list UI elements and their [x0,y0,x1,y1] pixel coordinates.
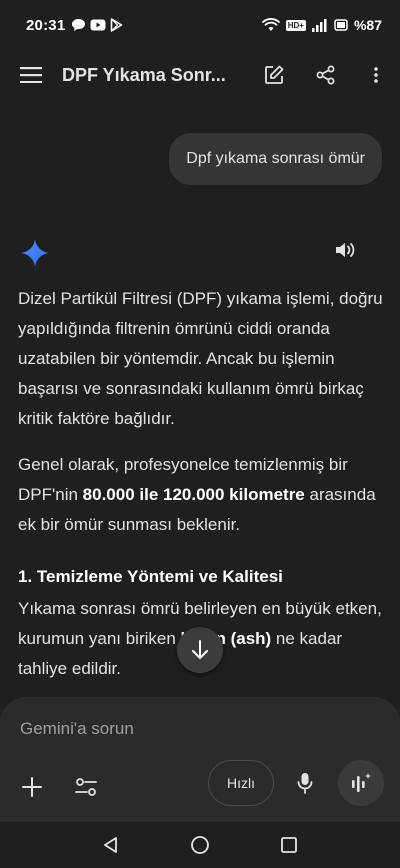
wifi-icon [261,18,280,31]
network-badge: HD+ [285,19,306,31]
plus-icon [22,777,42,797]
battery-level: %87 [353,17,382,33]
youtube-icon [90,19,106,31]
tools-button[interactable] [68,769,104,805]
menu-icon [20,67,42,83]
response-paragraph-1: Dizel Partikül Filtresi (DPF) yıkama işl… [18,289,383,428]
add-attachment-button[interactable] [14,769,50,805]
home-icon[interactable] [190,835,210,855]
gemini-spark-icon [21,239,49,267]
arrow-down-icon [192,640,208,659]
section-heading: 1. Temizleme Yöntemi ve Kalitesi [18,567,283,586]
tune-icon [75,778,97,796]
microphone-button[interactable] [282,760,328,806]
menu-button[interactable] [0,50,62,100]
live-mode-button[interactable] [338,760,384,806]
chat-bubble-icon [72,19,86,31]
mic-icon [297,773,313,794]
prompt-panel: Gemini'a sorun Hızlı [0,697,400,822]
system-nav-bar [0,822,400,868]
share-button[interactable] [300,50,352,100]
scroll-to-bottom-button[interactable] [177,627,223,673]
live-waveform-icon [352,773,371,792]
status-bar: 20:31 HD+ %87 [0,0,400,50]
recents-icon[interactable] [280,836,298,854]
model-mode-button[interactable]: Hızlı [208,760,274,806]
user-message-bubble: Dpf yıkama sonrası ömür [169,133,382,185]
mileage-highlight: 80.000 ile 120.000 kilometre [82,485,305,504]
response-header [0,234,400,272]
conversation-title: DPF Yıkama Sonr... [62,64,226,85]
signal-icon [311,18,327,32]
speaker-icon[interactable] [334,240,356,260]
edit-button[interactable] [248,50,300,100]
response-paragraph-2: Genel olarak, profesyonelce temizlenmiş … [18,455,376,534]
more-options-button[interactable] [352,50,400,100]
top-app-bar: DPF Yıkama Sonr... [0,50,400,100]
battery-icon [334,19,348,31]
back-icon[interactable] [102,836,120,854]
status-time: 20:31 [26,16,66,34]
edit-icon [265,65,284,84]
share-icon [316,65,335,85]
play-store-icon [111,18,123,32]
prompt-input[interactable]: Gemini'a sorun [20,719,134,739]
more-vert-icon [374,67,378,83]
